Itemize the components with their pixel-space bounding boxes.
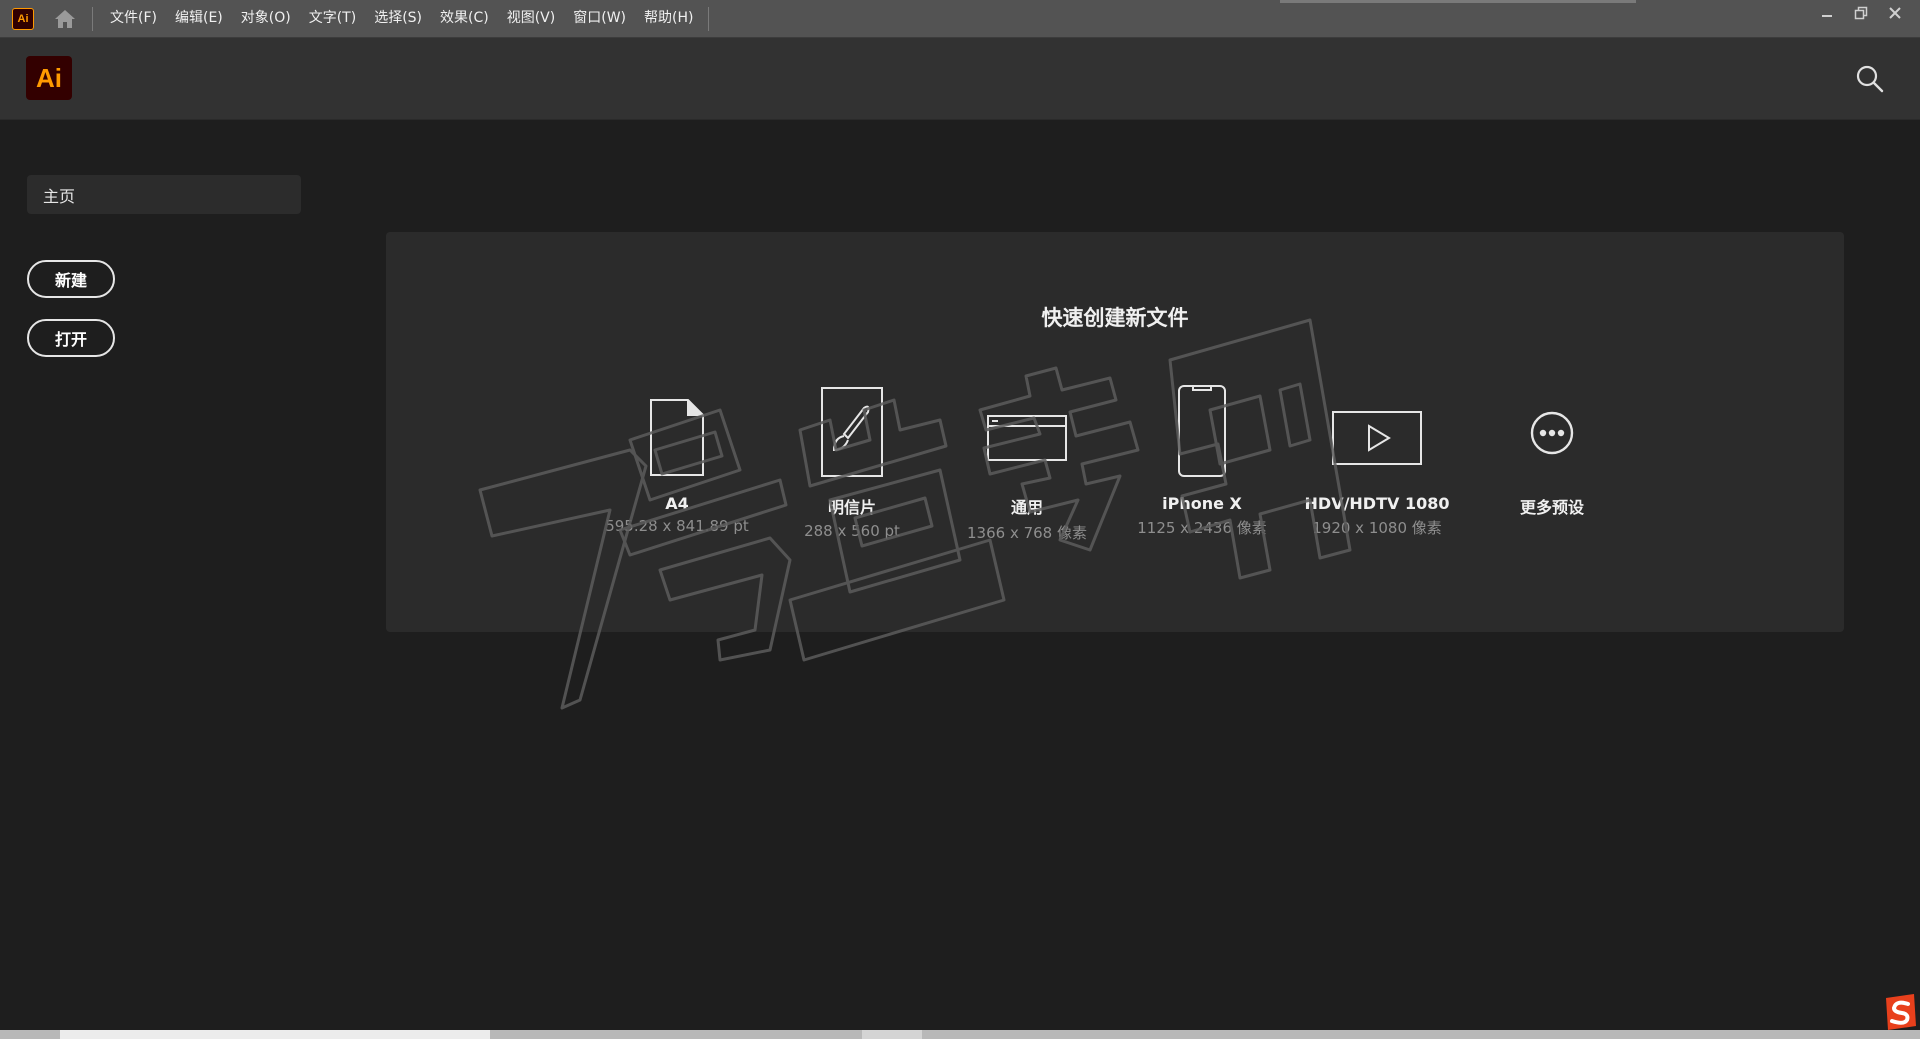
menu-list: 文件(F) 编辑(E) 对象(O) 文字(T) 选择(S) 效果(C) 视图(V…	[101, 0, 702, 37]
menu-window[interactable]: 窗口(W)	[564, 0, 635, 37]
new-button[interactable]: 新建	[27, 260, 115, 298]
phone-icon	[1178, 385, 1226, 477]
menu-edit[interactable]: 编辑(E)	[166, 0, 232, 37]
preset-name: 更多预设	[1519, 498, 1584, 517]
title-strip	[1280, 0, 1636, 3]
document-icon	[650, 399, 704, 476]
preset-more[interactable]: 更多预设	[1477, 382, 1627, 522]
input-method-icon[interactable]	[1882, 992, 1918, 1032]
quick-create-panel: 快速创建新文件 A4 595.28 x 841.89 pt 明信片 288 x …	[386, 232, 1844, 632]
preset-dimensions: 288 x 560 pt	[804, 522, 900, 540]
minimize-icon[interactable]	[1810, 0, 1844, 26]
preset-dimensions: 1920 x 1080 像素	[1312, 519, 1442, 537]
menu-effect[interactable]: 效果(C)	[431, 0, 498, 37]
preset-dimensions: 595.28 x 841.89 pt	[605, 517, 749, 535]
more-icon	[1530, 411, 1574, 455]
app-icon: Ai	[12, 7, 34, 30]
menu-bar: Ai 文件(F) 编辑(E) 对象(O) 文字(T) 选择(S) 效果(C) 视…	[0, 0, 1920, 38]
brush-card-icon	[821, 387, 883, 477]
close-icon[interactable]	[1878, 0, 1912, 26]
taskbar-strip	[0, 1030, 1920, 1039]
sidebar-item-home[interactable]: 主页	[27, 175, 301, 214]
preset-hdtv[interactable]: HDV/HDTV 1080 1920 x 1080 像素	[1302, 382, 1452, 538]
preset-name: iPhone X	[1162, 494, 1242, 513]
quick-create-title: 快速创建新文件	[1041, 306, 1189, 330]
menu-separator	[708, 6, 710, 31]
illustrator-logo: Ai	[26, 56, 72, 100]
preset-name: HDV/HDTV 1080	[1304, 494, 1450, 513]
video-play-icon	[1332, 411, 1422, 465]
app-header: Ai	[0, 38, 1920, 120]
menu-help[interactable]: 帮助(H)	[635, 0, 702, 37]
preset-iphone-x[interactable]: iPhone X 1125 x 2436 像素	[1127, 382, 1277, 538]
open-button[interactable]: 打开	[27, 319, 115, 357]
preset-a4[interactable]: A4 595.28 x 841.89 pt	[602, 382, 752, 535]
taskbar-segment	[60, 1030, 490, 1039]
restore-icon[interactable]	[1844, 0, 1878, 26]
taskbar-segment	[862, 1030, 922, 1039]
menu-select[interactable]: 选择(S)	[365, 0, 431, 37]
preset-name: 明信片	[827, 498, 876, 517]
window-controls	[1810, 0, 1912, 26]
home-icon[interactable]	[52, 6, 78, 32]
browser-window-icon	[987, 415, 1067, 461]
menu-view[interactable]: 视图(V)	[498, 0, 565, 37]
preset-dimensions: 1366 x 768 像素	[967, 524, 1087, 542]
preset-name: A4	[665, 494, 689, 513]
menu-separator	[92, 6, 93, 31]
preset-general[interactable]: 通用 1366 x 768 像素	[952, 382, 1102, 543]
menu-file[interactable]: 文件(F)	[101, 0, 166, 37]
search-icon[interactable]	[1855, 64, 1885, 94]
preset-postcard[interactable]: 明信片 288 x 560 pt	[777, 382, 927, 540]
menu-type[interactable]: 文字(T)	[300, 0, 365, 37]
menu-object[interactable]: 对象(O)	[232, 0, 300, 37]
preset-dimensions: 1125 x 2436 像素	[1137, 519, 1267, 537]
preset-name: 通用	[1010, 498, 1043, 517]
